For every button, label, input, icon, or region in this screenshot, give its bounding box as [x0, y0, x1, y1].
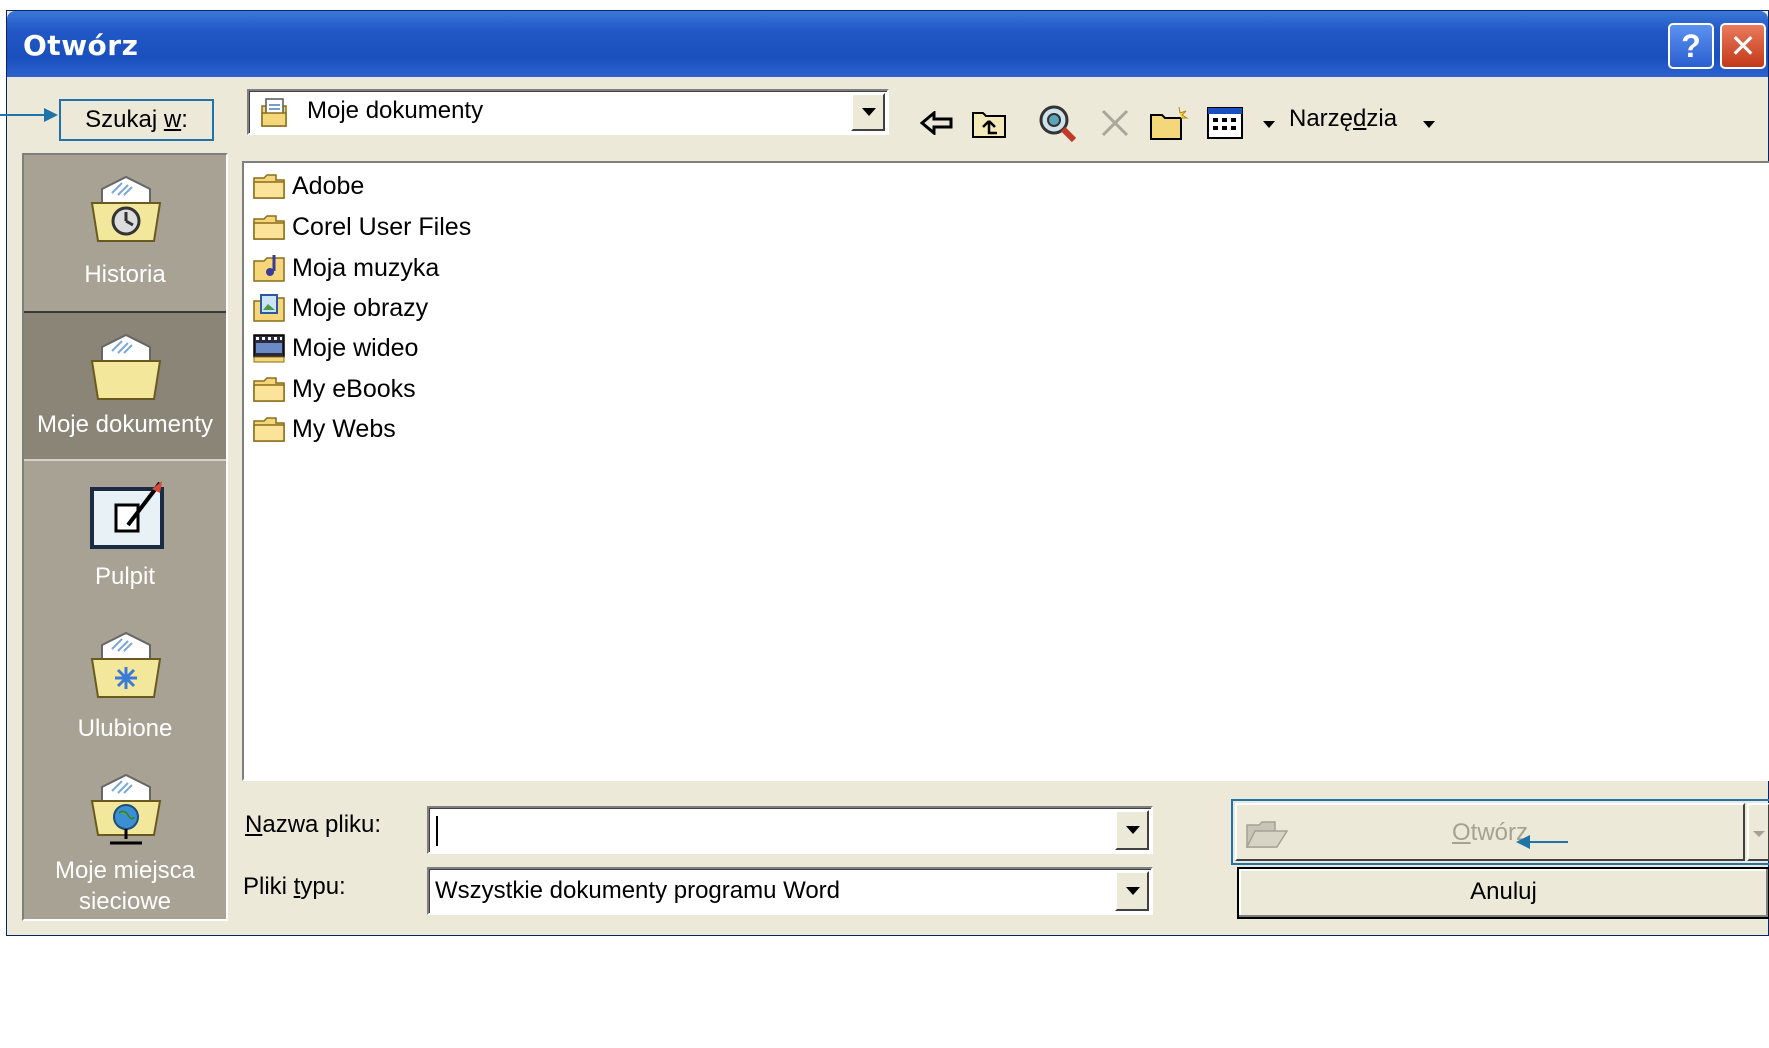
place-my-documents[interactable]: Moje dokumenty: [24, 311, 226, 461]
my-documents-icon: [90, 333, 162, 400]
open-callout-arrow: [1516, 835, 1530, 849]
look-in-label-text: Szukaj: [85, 106, 164, 133]
folder-icon: [253, 417, 285, 442]
views-dropdown-caret[interactable]: [1263, 121, 1275, 128]
dialog-title: Otwórz: [23, 29, 139, 62]
place-desktop[interactable]: Pulpit: [24, 465, 226, 615]
folder-icon: [253, 377, 285, 402]
search-web-icon[interactable]: [1037, 103, 1077, 143]
file-name: Moja muzyka: [292, 253, 440, 282]
places-bar: Historia Moje dokumenty Pulpit Ulubione …: [22, 153, 228, 921]
filetype-select[interactable]: Wszystkie dokumenty programu Word: [427, 867, 1153, 915]
file-name: Corel User Files: [292, 212, 472, 241]
list-item[interactable]: Corel User Files: [252, 207, 471, 247]
look-in-value: Moje dokumenty: [307, 97, 484, 124]
filetype-label: Pliki typu:: [243, 873, 346, 901]
video-folder-icon: [253, 334, 285, 363]
title-bar[interactable]: Otwórz ? ✕: [7, 11, 1768, 77]
file-name: Moje wideo: [292, 333, 419, 362]
look-in-combo[interactable]: Moje dokumenty: [247, 89, 889, 135]
place-label: Pulpit: [94, 563, 156, 590]
filetype-value: Wszystkie dokumenty programu Word: [435, 877, 841, 904]
list-item[interactable]: Moje wideo: [252, 328, 418, 368]
list-item[interactable]: Adobe: [252, 166, 364, 206]
filetype-label-rest: ypu:: [300, 873, 346, 900]
look-in-accesskey: w: [163, 106, 182, 133]
open-options-caret: [1753, 831, 1765, 837]
tools-label-text: Narzę: [1289, 105, 1354, 132]
open-callout-line: [1530, 841, 1568, 843]
music-folder-icon: [253, 255, 285, 282]
place-favorites[interactable]: Ulubione: [24, 617, 226, 767]
open-options-button[interactable]: [1747, 803, 1769, 861]
place-label: Historia: [84, 261, 166, 288]
file-name: My eBooks: [292, 374, 416, 403]
file-name: Moje obrazy: [292, 293, 429, 322]
open-accesskey: O: [1451, 819, 1471, 846]
filename-input[interactable]: [427, 806, 1153, 854]
network-places-icon: [90, 773, 162, 845]
filename-accesskey: N: [245, 811, 263, 838]
filetype-dropdown-button[interactable]: [1115, 871, 1149, 911]
new-folder-icon[interactable]: [1149, 103, 1189, 143]
look-in-dropdown-button[interactable]: [851, 93, 885, 131]
views-icon[interactable]: [1205, 103, 1245, 143]
filetype-label-text: Pliki: [243, 873, 294, 900]
place-label: Ulubione: [77, 715, 173, 742]
desktop-icon: [90, 481, 164, 549]
open-button[interactable]: Otwórz: [1235, 803, 1745, 861]
filename-label: Nazwa pliku:: [245, 811, 381, 839]
open-button-label: Otwórz: [1237, 819, 1743, 847]
close-button[interactable]: ✕: [1720, 23, 1766, 69]
history-icon: [90, 175, 162, 242]
back-icon[interactable]: [917, 103, 957, 143]
tools-menu[interactable]: Narzędzia: [1289, 105, 1397, 133]
file-name: Adobe: [292, 171, 365, 200]
place-network[interactable]: Moje miejsca sieciowe: [24, 767, 226, 917]
up-folder-icon[interactable]: [969, 103, 1009, 143]
tools-dropdown-caret[interactable]: [1423, 121, 1435, 128]
folder-icon: [253, 215, 285, 240]
my-documents-small-icon: [261, 98, 287, 127]
pictures-folder-icon: [253, 294, 285, 322]
text-caret: [436, 816, 438, 846]
place-label: Moje dokumenty: [36, 411, 214, 438]
look-in-callout-arrow: [44, 108, 58, 122]
filename-label-text: azwa pliku:: [262, 811, 382, 838]
help-button[interactable]: ?: [1668, 23, 1714, 69]
list-item[interactable]: My eBooks: [252, 369, 416, 409]
file-list[interactable]: Adobe Corel User Files Moja muzyka Moje …: [242, 161, 1769, 781]
folder-icon: [253, 174, 285, 199]
file-name: My Webs: [292, 414, 396, 443]
look-in-label-colon: :: [181, 106, 188, 133]
favorites-icon: [90, 631, 162, 698]
open-dialog: Otwórz ? ✕ Szukaj w: Moje dokumenty Narz…: [6, 10, 1769, 936]
look-in-label: Szukaj w:: [59, 99, 214, 141]
delete-icon[interactable]: [1095, 103, 1135, 143]
list-item[interactable]: My Webs: [252, 409, 396, 449]
tools-label-rest: zia: [1366, 105, 1398, 132]
place-label: Moje miejsca: [54, 857, 196, 884]
look-in-callout-line: [0, 114, 46, 116]
list-item[interactable]: Moja muzyka: [252, 248, 439, 288]
filename-dropdown-button[interactable]: [1115, 810, 1149, 850]
tools-accesskey: d: [1353, 105, 1367, 132]
place-label-line2: sieciowe: [78, 888, 172, 915]
cancel-button[interactable]: Anuluj: [1237, 867, 1769, 919]
list-item[interactable]: Moje obrazy: [252, 288, 428, 328]
place-history[interactable]: Historia: [24, 163, 226, 313]
